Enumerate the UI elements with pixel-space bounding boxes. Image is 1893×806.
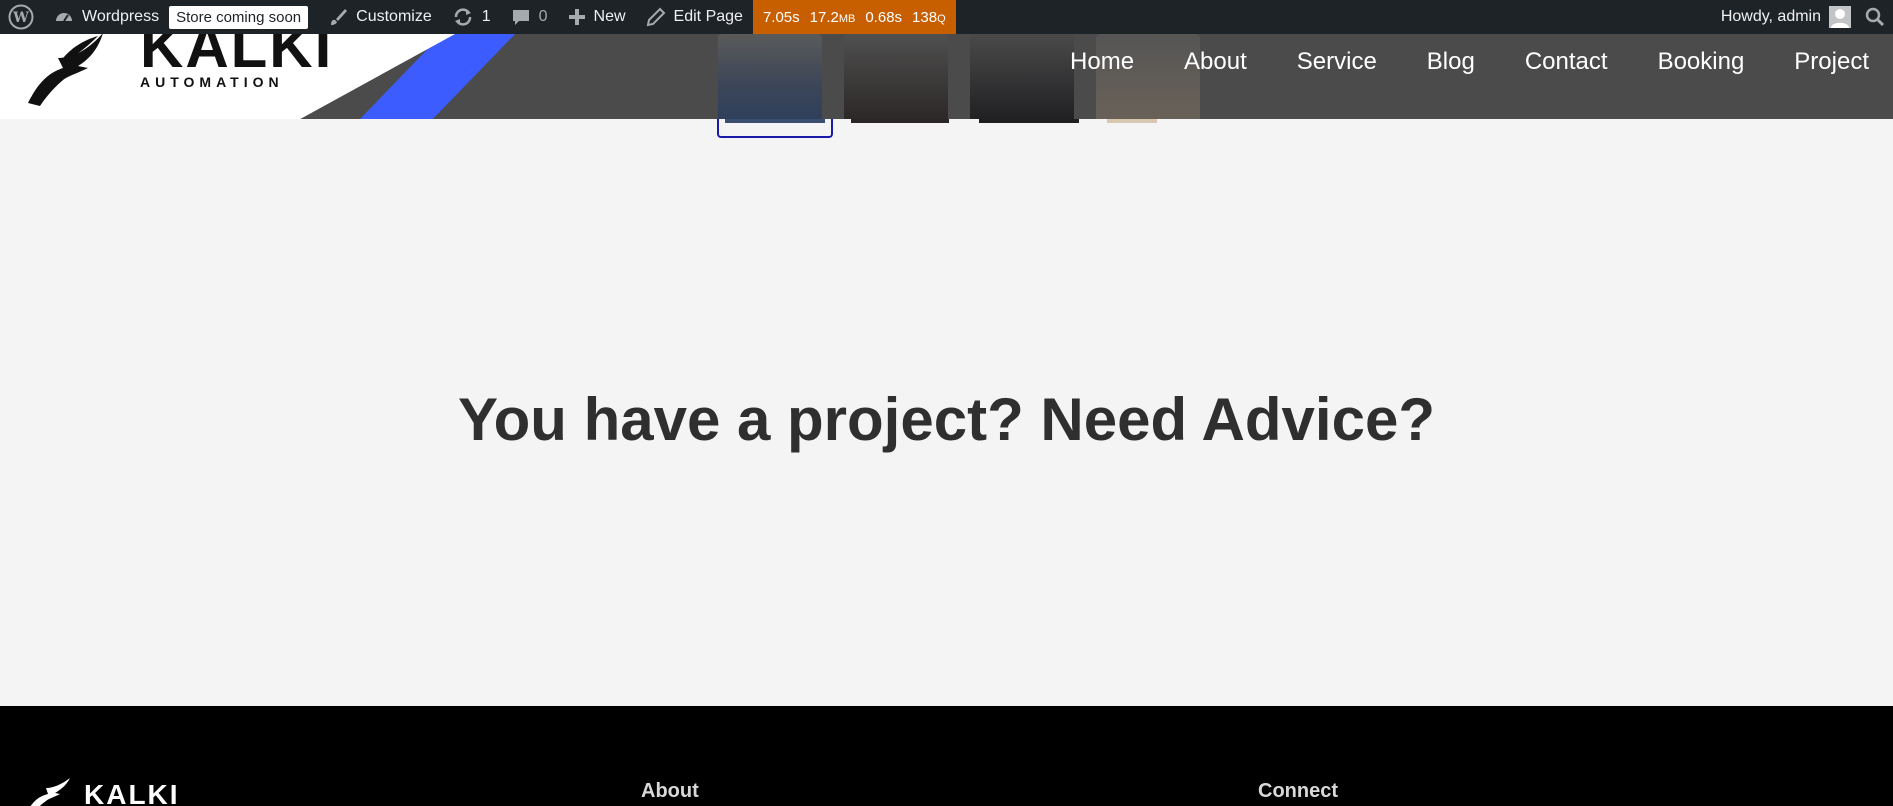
qm-db-time: 0.68s: [865, 8, 903, 26]
new-content-button[interactable]: New: [558, 0, 636, 34]
qm-queries: 138Q: [912, 9, 946, 26]
qm-memory-value: 17.2: [809, 8, 839, 26]
footer-logo[interactable]: KALKI: [24, 778, 180, 806]
comment-icon: [511, 7, 531, 27]
comments-count: 0: [538, 8, 548, 25]
gallery-thumbnail[interactable]: [970, 34, 1074, 119]
wp-admin-bar: W Wordpress Store coming soon Customize …: [0, 0, 1893, 34]
dashboard-icon: [54, 7, 74, 27]
footer-logo-text: KALKI: [84, 779, 180, 806]
svg-text:W: W: [12, 10, 29, 26]
nav-contact[interactable]: Contact: [1525, 48, 1608, 76]
horse-logo-icon: [24, 778, 74, 806]
horse-logo-icon: [18, 34, 118, 113]
logo-subtext: AUTOMATION: [140, 74, 284, 90]
nav-home[interactable]: Home: [1070, 48, 1134, 76]
customize-label: Customize: [356, 8, 432, 25]
plus-icon: [568, 8, 586, 26]
update-icon: [452, 7, 474, 27]
site-name-menu[interactable]: Wordpress Store coming soon: [44, 0, 318, 34]
main-navigation: Home About Service Blog Contact Booking …: [1070, 34, 1869, 90]
footer-heading-connect: Connect: [1258, 780, 1338, 802]
new-label: New: [593, 8, 626, 25]
nav-service[interactable]: Service: [1297, 48, 1377, 76]
nav-about[interactable]: About: [1184, 48, 1247, 76]
footer-heading-about: About: [641, 780, 699, 802]
avatar: [1829, 6, 1851, 28]
howdy-label: Howdy, admin: [1720, 8, 1821, 25]
qm-memory-unit: MB: [838, 12, 856, 25]
customize-button[interactable]: Customize: [318, 0, 442, 34]
store-coming-soon-badge[interactable]: Store coming soon: [169, 5, 309, 29]
nav-blog[interactable]: Blog: [1427, 48, 1475, 76]
nav-project[interactable]: Project: [1794, 48, 1869, 76]
my-account-menu[interactable]: Howdy, admin: [1711, 0, 1857, 34]
qm-page-time: 7.05s: [762, 8, 800, 26]
pencil-icon: [646, 7, 666, 27]
comments-button[interactable]: 0: [501, 0, 558, 34]
wordpress-logo-button[interactable]: W: [0, 0, 44, 34]
updates-count: 1: [481, 8, 491, 25]
edit-page-label: Edit Page: [673, 8, 743, 25]
paintbrush-icon: [328, 7, 348, 27]
search-icon: [1865, 7, 1885, 27]
updates-button[interactable]: 1: [442, 0, 501, 34]
qm-queries-unit: Q: [937, 12, 946, 25]
admin-bar-secondary: Howdy, admin: [1711, 0, 1893, 34]
site-header: KALKI AUTOMATION Home About Service Blog…: [0, 34, 1893, 119]
qm-queries-value: 138: [912, 8, 938, 26]
qm-memory: 17.2MB: [810, 9, 856, 26]
edit-page-button[interactable]: Edit Page: [636, 0, 753, 34]
query-monitor-stats[interactable]: 7.05s 17.2MB 0.68s 138Q: [752, 0, 956, 34]
site-footer: KALKI About Connect: [0, 706, 1893, 806]
search-button[interactable]: [1857, 0, 1893, 34]
wordpress-icon: W: [8, 4, 34, 30]
site-name: Wordpress: [82, 8, 160, 25]
gallery-thumbnail[interactable]: [718, 34, 822, 119]
cta-heading: You have a project? Need Advice?: [458, 386, 1435, 453]
nav-booking[interactable]: Booking: [1658, 48, 1745, 76]
gallery-thumbnail[interactable]: [844, 34, 948, 119]
